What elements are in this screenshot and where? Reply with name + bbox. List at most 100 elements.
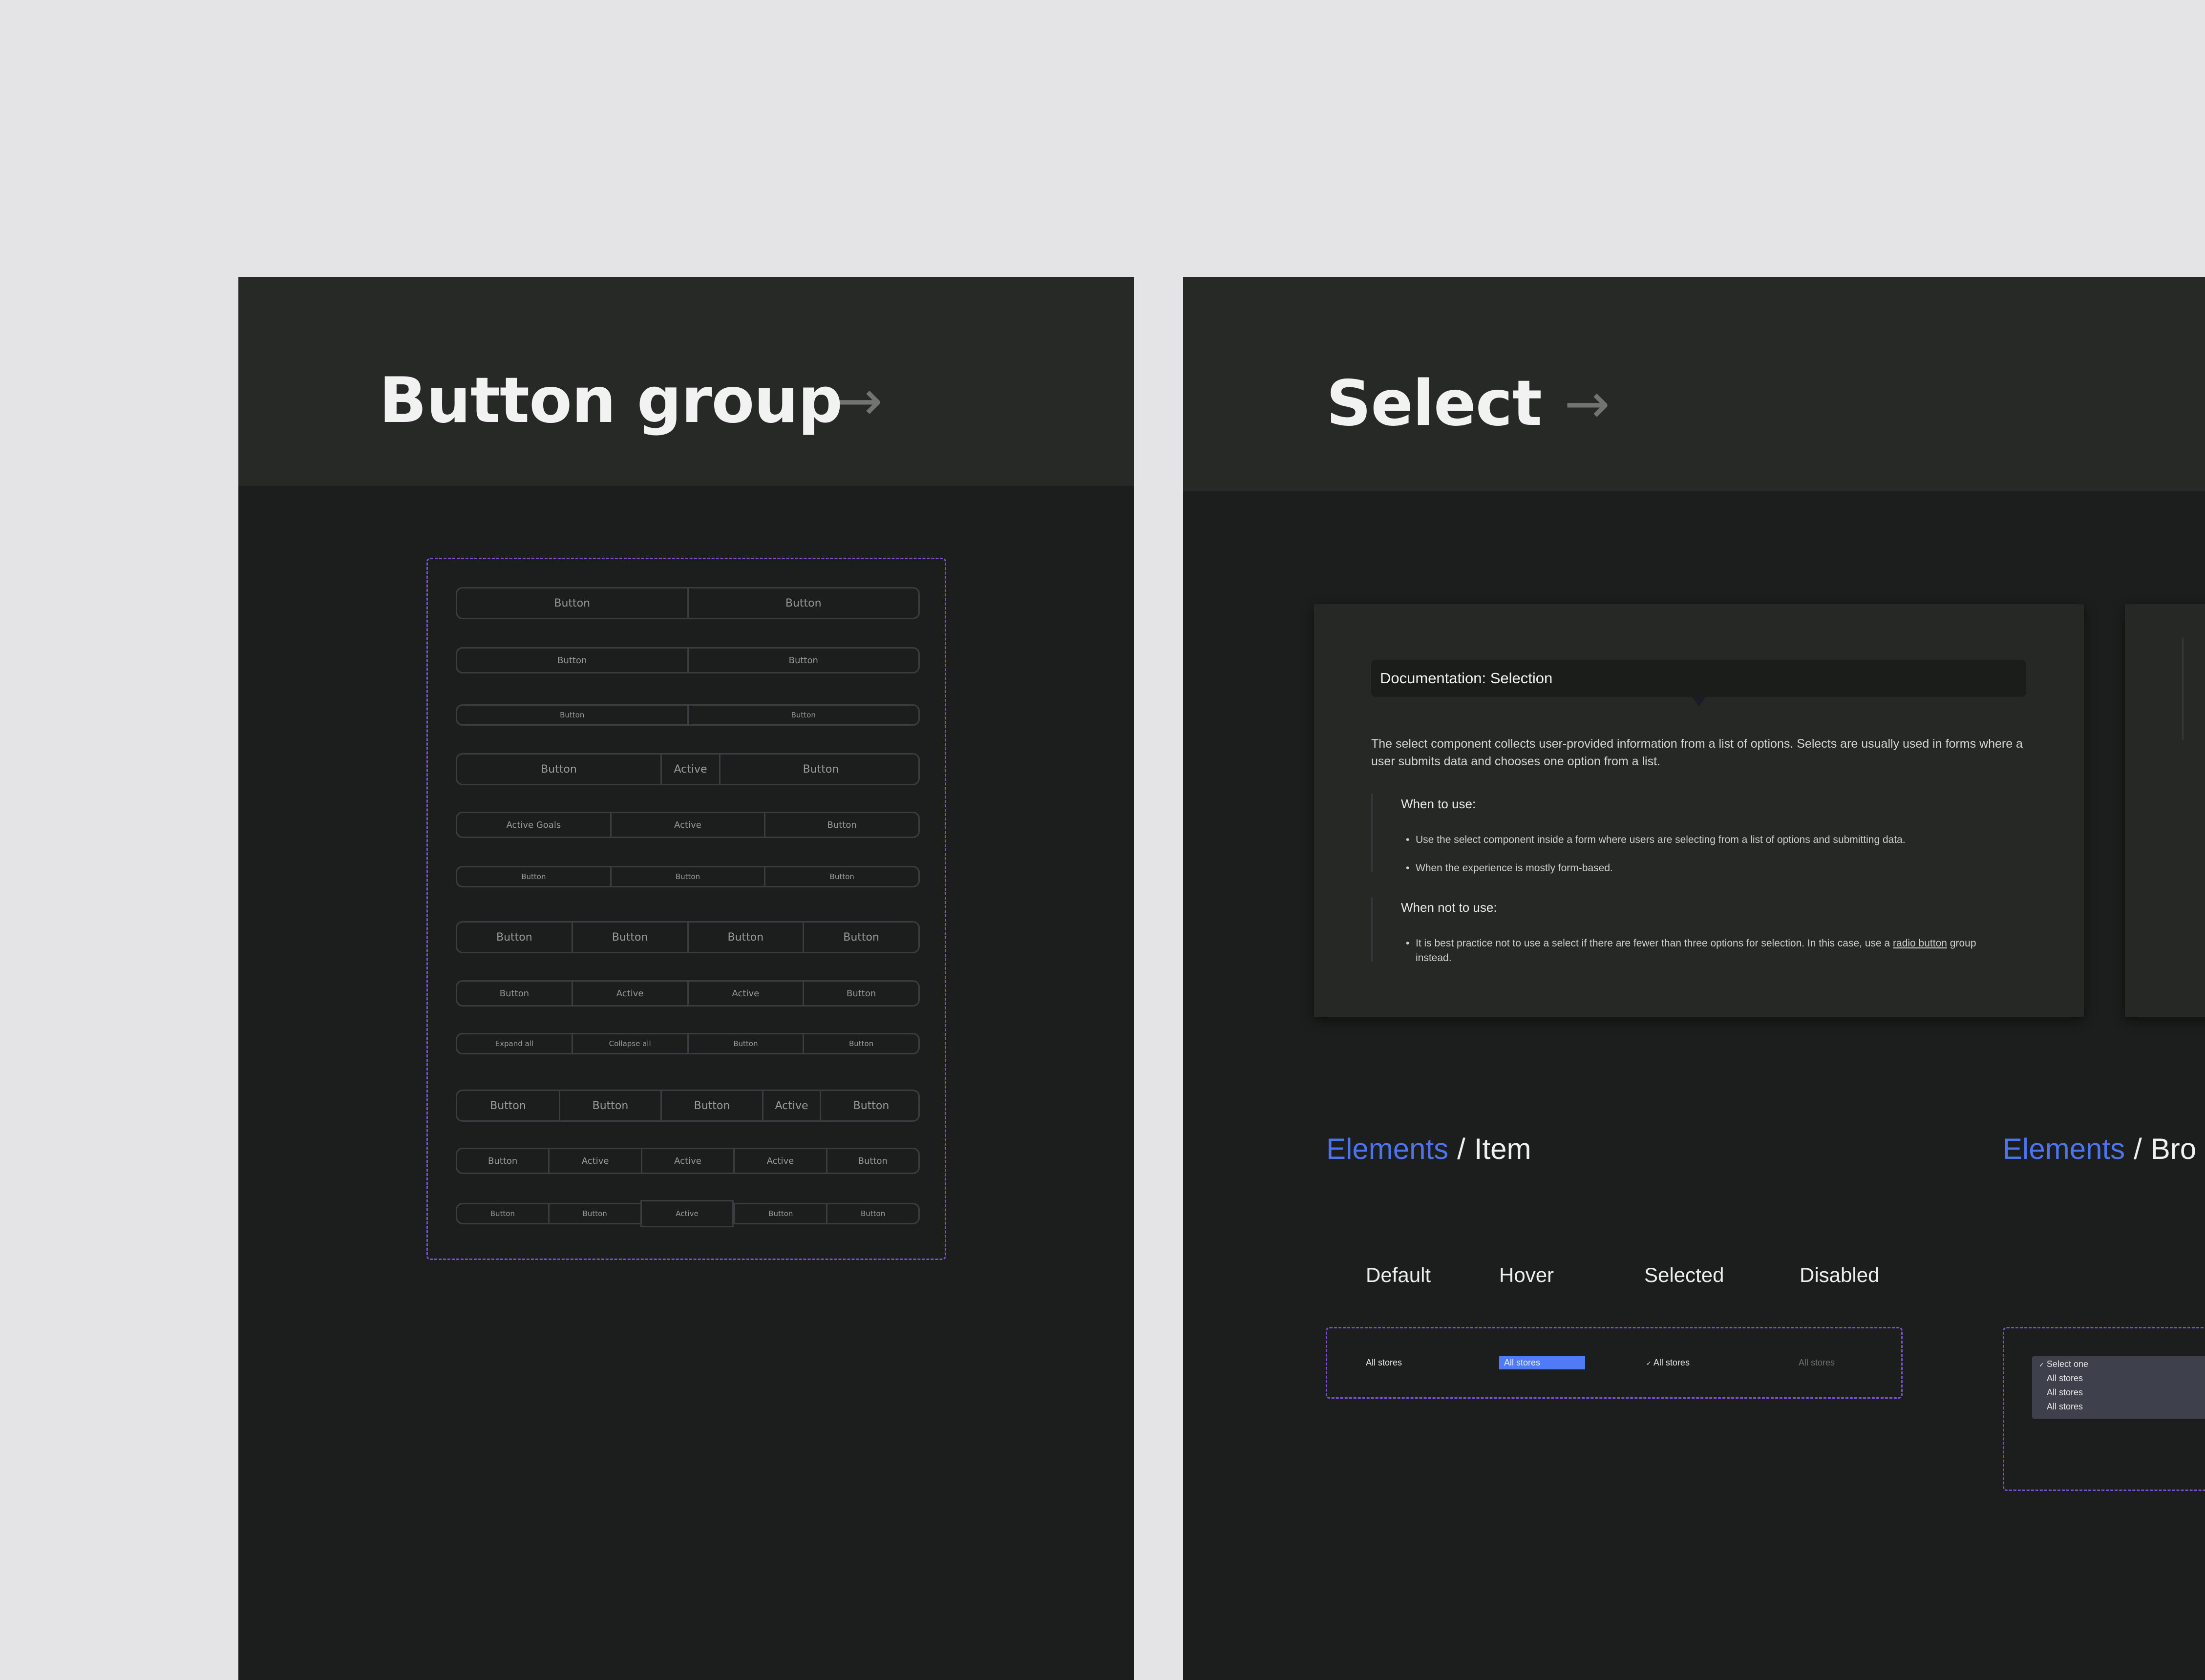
dropdown-option[interactable]: All stores xyxy=(2047,1373,2083,1384)
button-group-segment[interactable]: Active Goals xyxy=(457,813,610,837)
button-group: Button Active Active Button xyxy=(456,980,920,1007)
frame-header: Select → xyxy=(1183,277,2205,491)
arrow-right-icon[interactable]: → xyxy=(1564,377,1610,431)
when-to-use-section: When to use: Use the select component in… xyxy=(1371,794,2008,876)
button-group-segment[interactable]: Button xyxy=(803,1034,918,1053)
breadcrumb-elements[interactable]: Elements xyxy=(1326,1133,1448,1165)
button-group-segment[interactable]: Button xyxy=(687,1034,803,1053)
tooltip-title: Documentation: Selection xyxy=(1380,670,1553,687)
dropdown-option[interactable]: All stores xyxy=(2047,1402,2083,1412)
when-to-use-heading: When to use: xyxy=(1401,797,1476,811)
button-group-segment[interactable]: Button xyxy=(803,982,918,1005)
button-group-segment[interactable]: Button xyxy=(687,706,919,724)
documentation-card: Documentation: Selection The select comp… xyxy=(1314,604,2084,1017)
button-group: Button Button xyxy=(456,587,920,619)
dropdown-showcase: ✓ Select one All stores All stores All s… xyxy=(2003,1327,2205,1491)
button-group-segment[interactable]: Button xyxy=(734,1204,826,1223)
button-group-frame: Button group → Button Button Button Button B… xyxy=(238,277,1134,1680)
button-group: Button Button Button Active Button xyxy=(456,1090,920,1122)
button-group: Button Button Active Button Button xyxy=(456,1200,920,1227)
button-group-segment[interactable]: Button xyxy=(826,1204,918,1223)
button-group-segment[interactable]: Button xyxy=(660,1091,762,1120)
state-label-disabled: Disabled xyxy=(1800,1263,1880,1286)
list-item-text: It is best practice not to use a select … xyxy=(1416,938,1893,949)
list-item: When the experience is mostly form-based… xyxy=(1406,861,2002,876)
radio-button-link[interactable]: radio button xyxy=(1893,938,1947,949)
button-group-segment[interactable]: Active xyxy=(687,982,803,1005)
check-icon: ✓ xyxy=(2039,1361,2044,1368)
documentation-tooltip: Documentation: Selection xyxy=(1371,660,2026,707)
button-group-segment[interactable]: Active xyxy=(660,755,719,784)
button-group-segment[interactable]: Active xyxy=(762,1091,820,1120)
button-group-segment[interactable]: Button xyxy=(571,923,687,952)
button-group-segment[interactable]: Button xyxy=(687,923,803,952)
breadcrumb-current: Bro xyxy=(2150,1133,2197,1165)
dropdown-option[interactable]: All stores xyxy=(2047,1387,2083,1398)
dropdown-option-label: Select one xyxy=(2046,1359,2088,1369)
button-group-segment[interactable]: Active xyxy=(571,982,687,1005)
breadcrumb-separator: / xyxy=(2134,1133,2142,1165)
button-group-segment[interactable]: Button xyxy=(457,923,572,952)
item-selected-label: All stores xyxy=(1653,1358,1690,1367)
button-group-segment[interactable]: Button xyxy=(548,1204,640,1223)
button-group-segment[interactable]: Button xyxy=(457,1149,548,1173)
state-label-selected: Selected xyxy=(1644,1263,1724,1286)
state-label-hover: Hover xyxy=(1499,1263,1554,1286)
button-group-segment[interactable]: Button xyxy=(457,649,687,672)
frame-header: Button group → xyxy=(238,277,1134,486)
state-label-default: Default xyxy=(1366,1263,1431,1286)
breadcrumb-current: Item xyxy=(1474,1133,1531,1165)
button-group-segment[interactable]: Active xyxy=(548,1149,640,1173)
item-selected[interactable]: ✓ All stores xyxy=(1646,1358,1690,1368)
documentation-card-secondary xyxy=(2125,604,2205,1017)
button-group-segment[interactable]: Button xyxy=(687,588,919,618)
button-group-segment[interactable]: Collapse all xyxy=(571,1034,687,1053)
button-group-segment[interactable]: Button xyxy=(764,867,918,886)
button-group-segment[interactable]: Button xyxy=(610,867,764,886)
section-title-browser: Elements / Bro xyxy=(2003,1134,2196,1164)
item-hover-label: All stores xyxy=(1504,1358,1541,1367)
button-group-segment[interactable]: Button xyxy=(559,1091,660,1120)
item-hover[interactable]: All stores xyxy=(1499,1356,1585,1369)
button-group-segment[interactable]: Button xyxy=(457,1091,559,1120)
button-group-segment[interactable]: Button xyxy=(457,588,687,618)
button-group-segment[interactable]: Active xyxy=(640,1200,734,1227)
button-group: Button Button Button Button xyxy=(456,921,920,953)
button-group-segment[interactable]: Button xyxy=(457,706,687,724)
button-group-segment[interactable]: Button xyxy=(803,923,918,952)
button-group: Button Active Button xyxy=(456,753,920,785)
button-group-segment[interactable]: Button xyxy=(719,755,921,784)
button-group-showcase: Button Button Button Button Button Button Butt… xyxy=(426,558,946,1260)
arrow-right-icon[interactable]: → xyxy=(837,374,883,428)
list-item: Use the select component inside a form w… xyxy=(1406,833,2002,847)
button-group: Active Goals Active Button xyxy=(456,812,920,838)
dropdown-menu[interactable]: ✓ Select one All stores All stores All s… xyxy=(2032,1356,2205,1419)
button-group-segment[interactable]: Button xyxy=(457,1204,548,1223)
button-group-segment[interactable]: Active xyxy=(610,813,764,837)
dropdown-option-selected[interactable]: ✓ Select one xyxy=(2039,1359,2088,1369)
section-title-item: Elements / Item xyxy=(1326,1134,1531,1164)
button-group: Expand all Collapse all Button Button xyxy=(456,1033,920,1054)
button-group: Button Button Button xyxy=(456,866,920,887)
doc-intro: The select component collects user-provi… xyxy=(1371,737,2023,768)
button-group-segment[interactable]: Button xyxy=(457,867,610,886)
when-not-to-use-section: When not to use: It is best practice not… xyxy=(1371,897,2008,964)
select-frame: Select → Documentation: Selection The se… xyxy=(1183,277,2205,1680)
button-group-segment[interactable]: Button xyxy=(764,813,918,837)
button-group-segment[interactable]: Expand all xyxy=(457,1034,572,1053)
tooltip-caret xyxy=(1692,697,1706,707)
button-group-segment[interactable]: Active xyxy=(733,1149,826,1173)
button-group-segment[interactable]: Button xyxy=(820,1091,921,1120)
button-group-segment[interactable]: Button xyxy=(687,649,919,672)
button-group-segment[interactable]: Button xyxy=(826,1149,918,1173)
when-not-to-use-heading: When not to use: xyxy=(1401,900,1497,915)
breadcrumb-elements[interactable]: Elements xyxy=(2003,1133,2125,1165)
button-group: Button Button xyxy=(456,704,920,726)
check-icon: ✓ xyxy=(1646,1360,1652,1367)
breadcrumb-separator: / xyxy=(1457,1133,1465,1165)
button-group-segment[interactable]: Active xyxy=(640,1149,733,1173)
item-default[interactable]: All stores xyxy=(1366,1358,1402,1368)
item-states-showcase: All stores All stores ✓ All stores All s… xyxy=(1326,1327,1903,1399)
button-group-segment[interactable]: Button xyxy=(457,982,572,1005)
button-group-segment[interactable]: Button xyxy=(457,755,660,784)
